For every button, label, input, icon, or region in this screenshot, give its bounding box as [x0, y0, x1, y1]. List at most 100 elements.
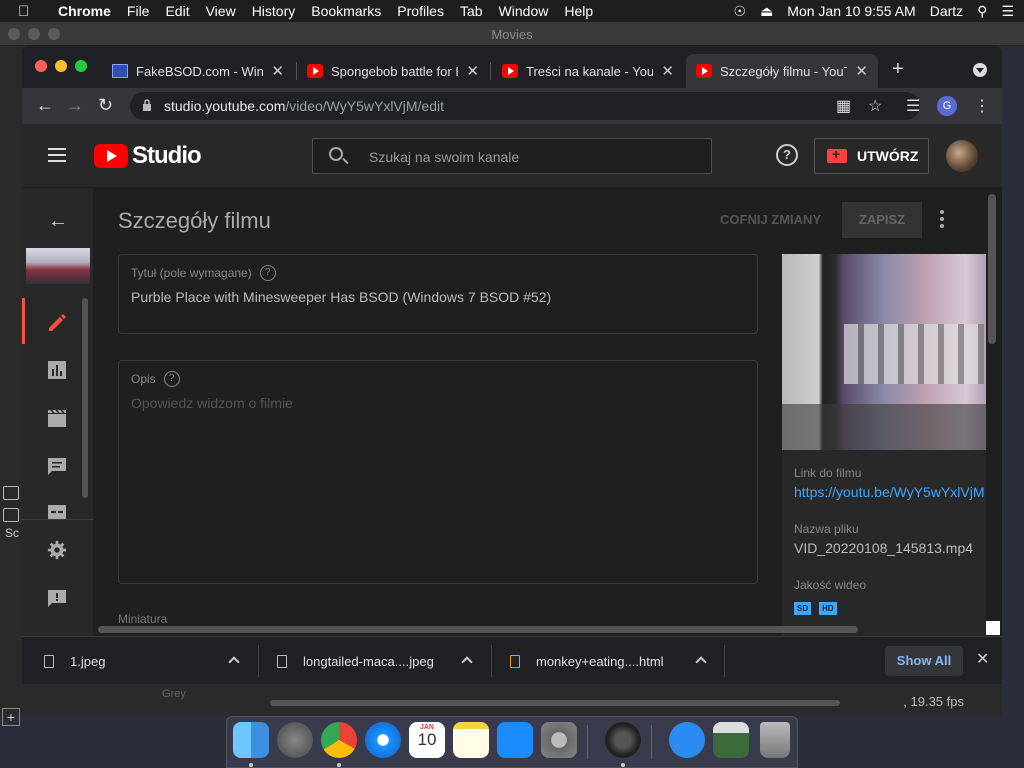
tab-close-icon[interactable]: ✕ — [466, 62, 479, 80]
profile-avatar[interactable]: G — [937, 96, 957, 116]
control-center-icon[interactable]: ☰ — [1001, 3, 1014, 20]
tab-channel-content[interactable]: Treści na kanale - YouTube ✕ — [492, 54, 684, 88]
add-source-button[interactable]: + — [2, 708, 20, 726]
back-to-content-icon[interactable]: ← — [48, 210, 68, 233]
tab-close-icon[interactable]: ✕ — [855, 62, 868, 80]
channel-search-input[interactable]: Szukaj na swoim kanale — [312, 138, 712, 174]
obs-icon[interactable] — [605, 722, 641, 758]
html-file-icon — [510, 654, 520, 668]
forward-icon[interactable]: → — [66, 95, 84, 116]
analytics-icon[interactable] — [46, 360, 68, 380]
display-icon[interactable] — [3, 486, 19, 500]
description-input[interactable]: Opowiedz widzom o filmie — [131, 395, 293, 411]
chevron-up-icon[interactable] — [695, 656, 707, 668]
hamburger-menu-icon[interactable] — [48, 148, 66, 162]
downloads-folder-icon[interactable] — [669, 722, 705, 758]
video-preview-player[interactable] — [782, 254, 986, 450]
show-all-downloads-button[interactable]: Show All — [885, 646, 963, 676]
undo-changes-button[interactable]: COFNIJ ZMIANY — [720, 212, 821, 227]
spotlight-search-icon[interactable]: ⚲ — [977, 3, 987, 20]
menu-edit[interactable]: Edit — [165, 3, 189, 19]
menu-history[interactable]: History — [252, 3, 296, 19]
menu-tab[interactable]: Tab — [460, 3, 483, 19]
title-field[interactable]: Tytuł (pole wymagane) ? Purble Place wit… — [118, 254, 758, 334]
calendar-icon[interactable]: JAN 10 — [409, 722, 445, 758]
menu-help[interactable]: Help — [564, 3, 593, 19]
window-icon[interactable] — [3, 508, 19, 522]
tab-search-icon[interactable] — [973, 63, 987, 77]
tab-close-icon[interactable]: ✕ — [271, 62, 284, 80]
menu-app-name[interactable]: Chrome — [58, 3, 111, 19]
bookmark-star-icon[interactable]: ☆ — [868, 96, 882, 116]
youtube-logo-icon — [94, 144, 128, 168]
title-input[interactable]: Purble Place with Minesweeper Has BSOD (… — [131, 289, 551, 305]
chevron-up-icon[interactable] — [228, 656, 240, 668]
download-item[interactable]: monkey+eating....html — [510, 637, 724, 684]
download-item[interactable]: 1.jpeg — [44, 637, 258, 684]
help-icon[interactable]: ? — [776, 144, 798, 166]
menu-bookmarks[interactable]: Bookmarks — [311, 3, 381, 19]
new-tab-icon[interactable]: + — [892, 58, 904, 81]
system-preferences-icon[interactable] — [541, 722, 577, 758]
menu-user[interactable]: Dartz — [930, 3, 963, 19]
translate-icon[interactable]: ▦ — [836, 96, 851, 116]
menu-window[interactable]: Window — [499, 3, 549, 19]
minimize-window-icon[interactable] — [55, 60, 67, 72]
description-field[interactable]: Opis ? Opowiedz widzom o filmie — [118, 360, 758, 584]
safari-icon[interactable] — [365, 722, 401, 758]
download-item[interactable]: longtailed-maca....jpeg — [277, 637, 491, 684]
zoom-window-icon[interactable] — [75, 60, 87, 72]
tab-close-icon[interactable]: ✕ — [661, 62, 674, 80]
settings-gear-icon[interactable] — [46, 540, 68, 560]
background-window-sidebar: Sc + — [0, 46, 22, 726]
menu-file[interactable]: File — [127, 3, 150, 19]
tab-spongebob[interactable]: Spongebob battle for Bikini ✕ — [297, 54, 489, 88]
create-button[interactable]: UTWÓRZ — [814, 138, 929, 174]
chevron-up-icon[interactable] — [461, 656, 473, 668]
page-horizontal-scrollbar[interactable] — [98, 626, 858, 633]
youtube-icon — [502, 64, 518, 78]
reload-icon[interactable]: ↻ — [98, 95, 113, 116]
studio-logo[interactable]: Studio — [94, 142, 202, 170]
menu-view[interactable]: View — [206, 3, 236, 19]
sidenav-scrollbar[interactable] — [82, 298, 88, 498]
menu-clock[interactable]: Mon Jan 10 9:55 AM — [787, 3, 915, 19]
video-thumbnail-small[interactable] — [26, 248, 90, 284]
menu-profiles[interactable]: Profiles — [397, 3, 444, 19]
obs-status-icon[interactable]: ☉ — [734, 3, 747, 20]
address-bar[interactable]: studio.youtube.com/video/WyY5wYxlVjM/edi… — [130, 92, 920, 120]
page-vertical-scrollbar[interactable] — [988, 194, 996, 344]
search-icon — [329, 147, 343, 161]
background-slider[interactable] — [270, 700, 840, 706]
eject-icon[interactable]: ⏏ — [760, 3, 773, 20]
tab-video-details[interactable]: Szczegóły filmu - YouTube ✕ — [686, 54, 878, 88]
account-avatar[interactable] — [946, 140, 978, 172]
back-icon[interactable]: ← — [36, 95, 54, 116]
tab-fakebsod[interactable]: FakeBSOD.com - Windows ✕ — [102, 54, 294, 88]
video-link[interactable]: https://youtu.be/WyY5wYxlVjM — [794, 484, 986, 500]
trash-icon[interactable] — [760, 722, 790, 758]
feedback-icon[interactable] — [46, 588, 68, 608]
launchpad-icon[interactable] — [277, 722, 313, 758]
edit-details-icon[interactable] — [46, 312, 68, 332]
finder-icon[interactable] — [233, 722, 269, 758]
notes-icon[interactable] — [453, 722, 489, 758]
help-question-icon[interactable]: ? — [259, 265, 276, 281]
close-window-icon[interactable] — [35, 60, 47, 72]
url-text[interactable]: studio.youtube.com/video/WyY5wYxlVjM/edi… — [164, 98, 444, 114]
help-question-icon[interactable]: ? — [163, 371, 180, 387]
lock-icon[interactable] — [142, 99, 152, 111]
close-shelf-icon[interactable]: ✕ — [976, 649, 989, 669]
apple-menu-icon[interactable]:  — [18, 3, 40, 20]
media-queue-icon[interactable]: ☰ — [906, 96, 920, 116]
more-options-icon[interactable] — [940, 210, 944, 228]
chrome-icon[interactable] — [321, 722, 357, 758]
tab-title: Szczegóły filmu - YouTube — [720, 63, 847, 79]
editor-clapper-icon[interactable] — [46, 408, 68, 428]
overlay-square — [986, 621, 1000, 635]
preview-icon[interactable] — [713, 722, 749, 758]
chrome-menu-icon[interactable]: ⋮ — [974, 96, 990, 116]
app-store-icon[interactable] — [497, 722, 533, 758]
comments-icon[interactable] — [46, 456, 68, 476]
save-button[interactable]: ZAPISZ — [842, 202, 922, 238]
